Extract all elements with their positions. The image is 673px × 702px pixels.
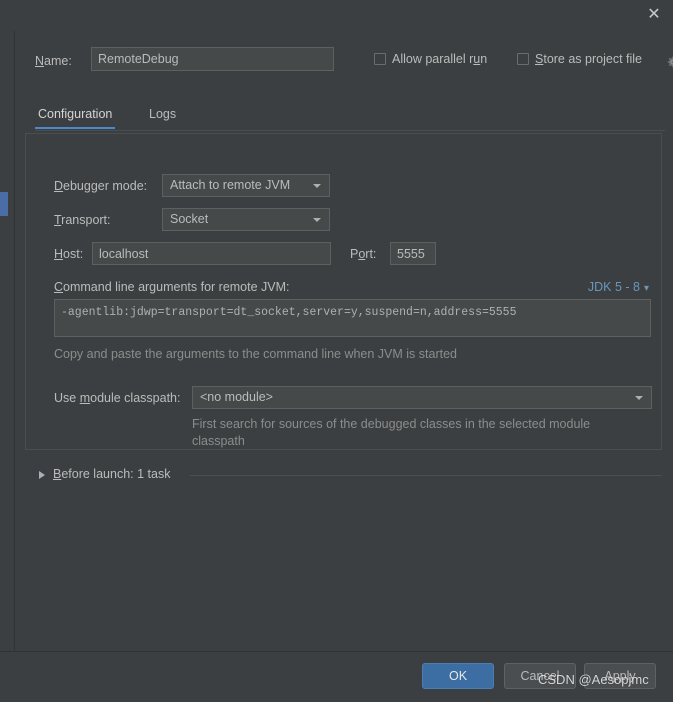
ok-button[interactable]: OK <box>422 663 494 689</box>
command-line-arguments-hint: Copy and paste the arguments to the comm… <box>54 347 457 361</box>
chevron-down-icon <box>313 184 321 188</box>
host-input[interactable] <box>92 242 331 265</box>
checkbox-box <box>517 53 529 65</box>
transport-value: Socket <box>170 209 208 230</box>
module-classpath-select[interactable]: <no module> <box>192 386 652 409</box>
tab-configuration[interactable]: Configuration <box>35 103 115 129</box>
transport-select[interactable]: Socket <box>162 208 330 231</box>
chevron-down-icon: ▾ <box>644 283 649 294</box>
port-label: Port: <box>350 247 376 261</box>
before-launch-label: Before launch: 1 task <box>53 467 170 481</box>
use-module-classpath-label: Use module classpath: <box>54 391 180 405</box>
cancel-button[interactable]: Cancel <box>504 663 576 689</box>
checkbox-box <box>374 53 386 65</box>
module-classpath-value: <no module> <box>200 387 273 408</box>
close-icon[interactable]: ✕ <box>643 5 665 25</box>
left-rail <box>0 31 15 651</box>
chevron-right-icon <box>39 471 45 479</box>
debugger-mode-label: Debugger mode: <box>54 179 147 193</box>
dialog-body: Name: Allow parallel run Store as projec… <box>15 31 673 651</box>
chevron-down-icon <box>635 396 643 400</box>
tab-logs[interactable]: Logs <box>146 103 179 129</box>
dialog-titlebar: ✕ <box>0 0 673 32</box>
store-as-project-file-label: Store as project file <box>535 52 642 66</box>
dialog-footer: OK Cancel Apply <box>0 651 673 702</box>
command-line-arguments-label: Command line arguments for remote JVM: <box>54 280 290 294</box>
configuration-header-row: Name: Allow parallel run Store as projec… <box>23 47 665 75</box>
rail-selection-marker <box>0 192 8 216</box>
chevron-down-icon <box>313 218 321 222</box>
jdk-version-label: JDK 5 - 8 <box>588 280 640 294</box>
before-launch-section[interactable]: Before launch: 1 task <box>35 466 662 486</box>
gear-icon[interactable] <box>666 55 673 69</box>
debugger-mode-value: Attach to remote JVM <box>170 175 290 196</box>
transport-label: Transport: <box>54 213 111 227</box>
host-label: Host: <box>54 247 83 261</box>
jdk-version-selector[interactable]: JDK 5 - 8 ▾ <box>588 280 649 294</box>
command-line-arguments-textarea[interactable]: -agentlib:jdwp=transport=dt_socket,serve… <box>54 299 651 337</box>
name-input[interactable] <box>91 47 334 71</box>
port-input[interactable] <box>390 242 436 265</box>
before-launch-divider <box>190 475 662 476</box>
allow-parallel-run-checkbox[interactable]: Allow parallel run <box>374 52 487 66</box>
allow-parallel-run-label: Allow parallel run <box>392 52 487 66</box>
name-label: Name: <box>35 54 72 68</box>
configuration-panel: Debugger mode: Attach to remote JVM Tran… <box>25 133 662 450</box>
module-classpath-hint: First search for sources of the debugged… <box>192 416 612 450</box>
apply-button[interactable]: Apply <box>584 663 656 689</box>
store-as-project-file-checkbox[interactable]: Store as project file <box>517 52 642 66</box>
debugger-mode-select[interactable]: Attach to remote JVM <box>162 174 330 197</box>
tab-bar: Configuration Logs <box>35 103 665 131</box>
